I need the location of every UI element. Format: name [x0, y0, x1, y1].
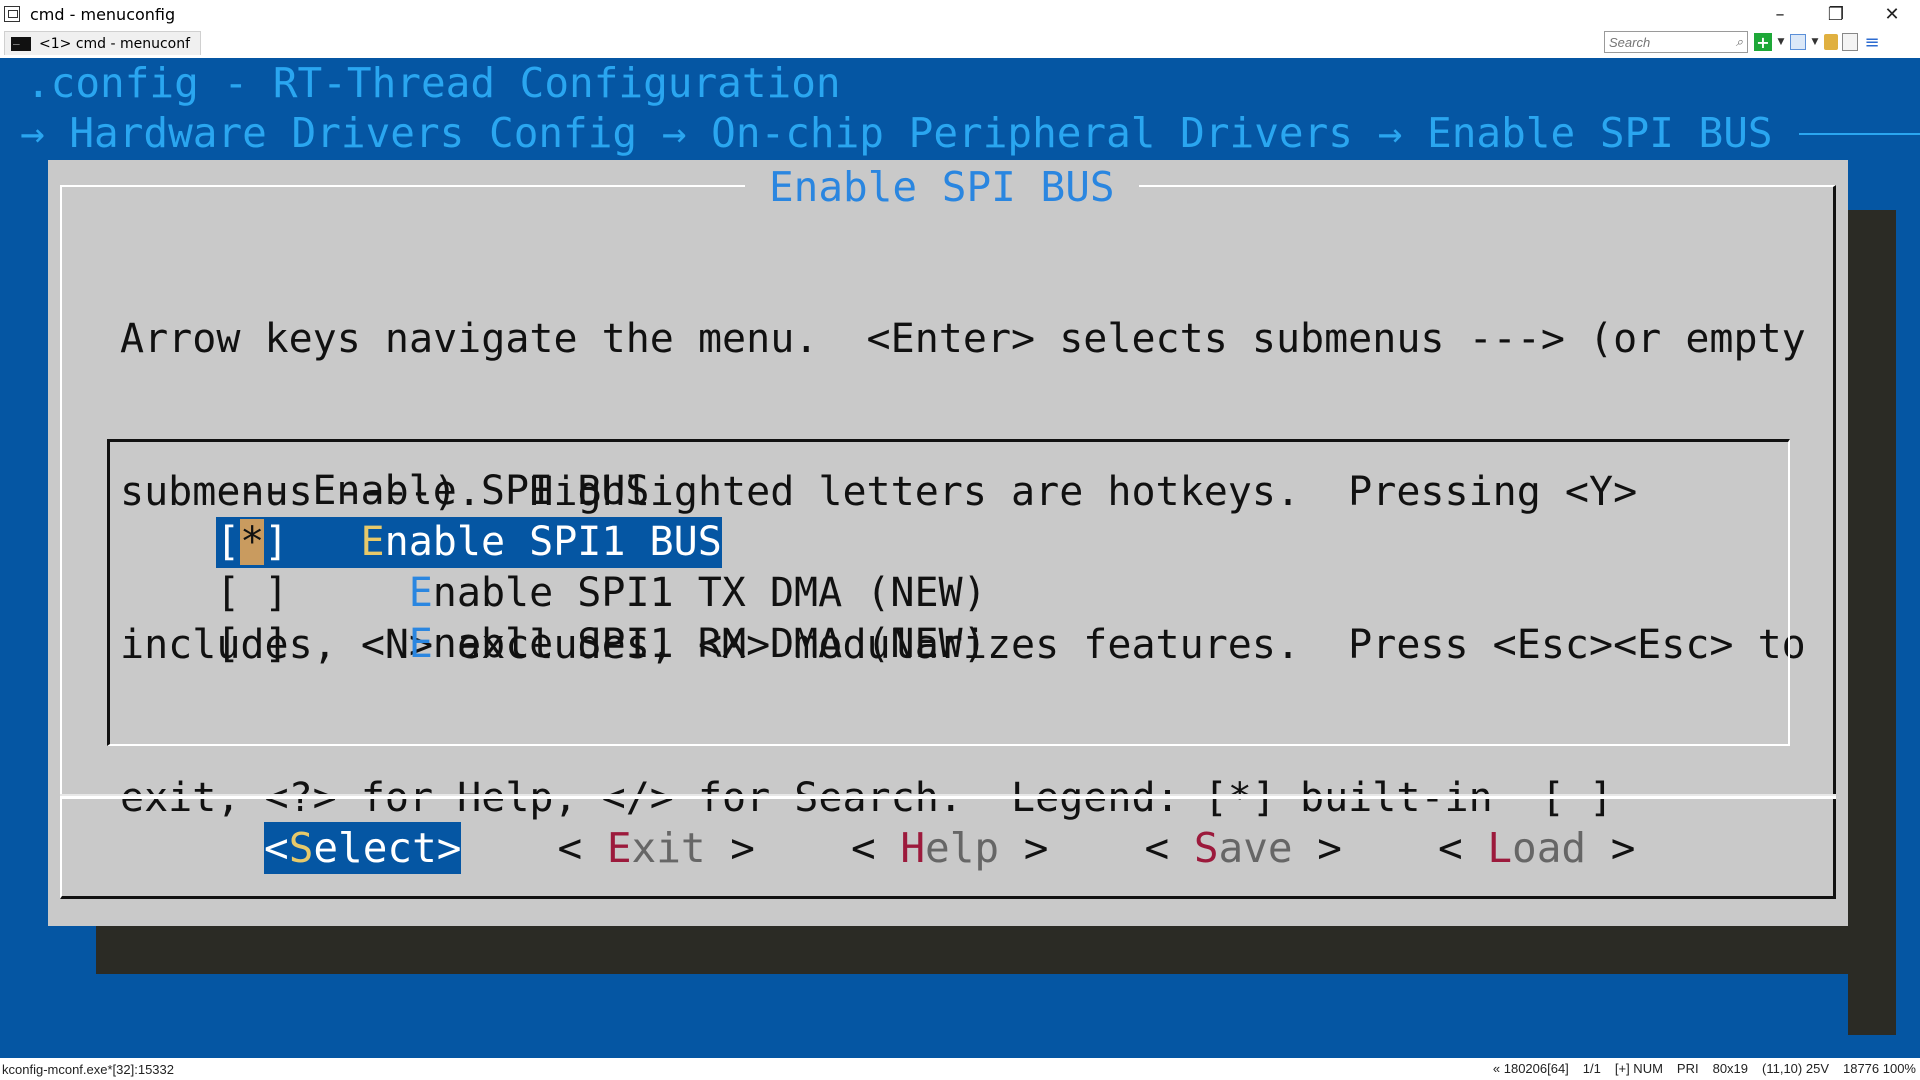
panel-view-icon[interactable]	[1790, 34, 1806, 50]
button-bracket: <	[557, 824, 607, 872]
checkbox-mark[interactable]	[240, 621, 264, 667]
hamburger-menu-icon[interactable]: ≡	[1862, 32, 1882, 53]
dialog-shadow	[1848, 210, 1896, 1035]
button-hotkey: L	[1487, 824, 1513, 872]
new-console-icon[interactable]: +	[1754, 33, 1772, 52]
menu-header: --- Enable SPI BUS	[216, 468, 650, 514]
checkbox-mark[interactable]	[240, 570, 264, 616]
button-bracket: >	[999, 824, 1049, 872]
terminal-area[interactable]: .config - RT-Thread Configuration → Hard…	[0, 58, 1920, 1058]
button-bracket: <	[1437, 824, 1488, 872]
toolbar-icons: + ▼ ▼ ≡	[1754, 32, 1882, 53]
config-title: .config - RT-Thread Configuration	[26, 59, 841, 107]
button-label: elect	[313, 824, 437, 872]
help-button[interactable]: < Help >	[851, 822, 1049, 874]
dialog-title: Enable SPI BUS	[745, 162, 1139, 212]
breadcrumb: → Hardware Drivers Config → On-chip Peri…	[20, 108, 1920, 159]
breadcrumb-item: Enable SPI BUS	[1427, 109, 1773, 157]
breadcrumb-arrow-icon: →	[20, 109, 45, 157]
close-button[interactable]: ✕	[1864, 0, 1920, 28]
tab-toolbar: <1> cmd - menuconf ⌕ + ▼ ▼ ≡	[0, 28, 1920, 58]
button-hotkey: S	[1193, 824, 1219, 872]
breadcrumb-rule	[1798, 132, 1920, 135]
load-button[interactable]: < Load >	[1438, 822, 1636, 874]
dialog-shadow	[96, 924, 1896, 974]
status-item: [+] NUM	[1614, 1061, 1663, 1076]
search-input[interactable]	[1609, 34, 1719, 50]
status-item: PRI	[1676, 1061, 1699, 1076]
dialog-separator	[60, 794, 1836, 799]
breadcrumb-item: Hardware Drivers Config	[69, 109, 638, 157]
button-label: ave	[1218, 824, 1293, 872]
status-item: 18776 100%	[1842, 1061, 1916, 1076]
chevron-down-icon[interactable]: ▼	[1776, 32, 1786, 52]
menu-hotkey: E	[360, 519, 385, 565]
title-bar: cmd - menuconfig – ❐ ✕	[0, 0, 1920, 28]
status-item: 1/1	[1582, 1061, 1601, 1076]
button-bracket: <	[850, 824, 901, 872]
checkbox-bracket: [	[216, 621, 241, 667]
button-bracket: >	[1292, 824, 1342, 872]
checkbox-bracket: [	[216, 570, 241, 616]
breadcrumb-arrow-icon: →	[1377, 109, 1403, 157]
console-icon	[11, 32, 31, 51]
menu-indent	[288, 519, 360, 565]
menu-item-enable-spi1-bus[interactable]: [*] Enable SPI1 BUS	[216, 517, 722, 568]
save-button[interactable]: < Save >	[1144, 822, 1342, 874]
menu-item-label: nable SPI1 BUS	[384, 519, 722, 565]
lock-icon[interactable]	[1824, 34, 1838, 50]
button-hotkey: H	[900, 824, 926, 872]
button-bracket: <	[264, 824, 289, 872]
menu-hotkey: E	[408, 621, 433, 667]
status-item: 80x19	[1712, 1061, 1749, 1076]
button-hotkey: S	[288, 824, 314, 872]
button-bracket: <	[1144, 824, 1194, 872]
menu-indent	[288, 570, 408, 616]
status-process: kconfig-mconf.exe*[32]:15332	[2, 1061, 174, 1077]
breadcrumb-arrow-icon: →	[661, 109, 687, 157]
console-app-icon	[4, 6, 20, 22]
minimize-button[interactable]: –	[1752, 0, 1808, 28]
search-box[interactable]: ⌕	[1604, 31, 1748, 53]
tab-label: <1> cmd - menuconf	[39, 35, 191, 52]
status-right: « 180206[64] 1/1 [+] NUM PRI 80x19 (11,1…	[1493, 1061, 1916, 1076]
button-bracket: >	[436, 824, 462, 872]
checkbox-bracket: ]	[264, 519, 289, 565]
button-label: oad	[1512, 824, 1587, 872]
chevron-down-icon[interactable]: ▼	[1810, 32, 1820, 52]
button-bracket: >	[705, 824, 755, 872]
window-controls: – ❐ ✕	[1752, 0, 1920, 28]
split-view-icon[interactable]	[1842, 33, 1858, 51]
search-icon[interactable]: ⌕	[1736, 34, 1743, 50]
button-label: xit	[631, 824, 706, 872]
help-line: Arrow keys navigate the menu. <Enter> se…	[120, 316, 1806, 362]
window-title: cmd - menuconfig	[30, 4, 176, 24]
button-hotkey: E	[606, 824, 632, 872]
menu-item-label: nable SPI1 RX DMA (NEW)	[432, 621, 987, 667]
status-item: (11,10) 25V	[1762, 1061, 1829, 1076]
checkbox-bracket: ]	[264, 621, 289, 667]
menu-item-label: nable SPI1 TX DMA (NEW)	[432, 570, 987, 616]
breadcrumb-item: On-chip Peripheral Drivers	[711, 109, 1353, 157]
checkbox-bracket: ]	[264, 570, 289, 616]
checkbox-mark[interactable]: *	[240, 519, 265, 565]
menu-item-spi1-rx-dma[interactable]: [ ] Enable SPI1 RX DMA (NEW)	[216, 619, 987, 670]
button-label: elp	[925, 824, 1000, 872]
exit-button[interactable]: < Exit >	[557, 822, 755, 874]
tab-cmd-menuconf[interactable]: <1> cmd - menuconf	[4, 31, 202, 55]
button-bracket: >	[1586, 824, 1636, 872]
status-item: « 180206[64]	[1492, 1061, 1569, 1076]
status-bar: kconfig-mconf.exe*[32]:15332 « 180206[64…	[0, 1058, 1920, 1080]
select-button[interactable]: <Select>	[264, 822, 462, 874]
restore-button[interactable]: ❐	[1808, 0, 1864, 28]
checkbox-bracket: [	[216, 519, 241, 565]
menu-indent	[288, 621, 408, 667]
menu-item-spi1-tx-dma[interactable]: [ ] Enable SPI1 TX DMA (NEW)	[216, 568, 987, 619]
dialog-buttons: <Select> < Exit > < Help > < Save > < Lo…	[264, 822, 1635, 874]
menu-hotkey: E	[408, 570, 433, 616]
